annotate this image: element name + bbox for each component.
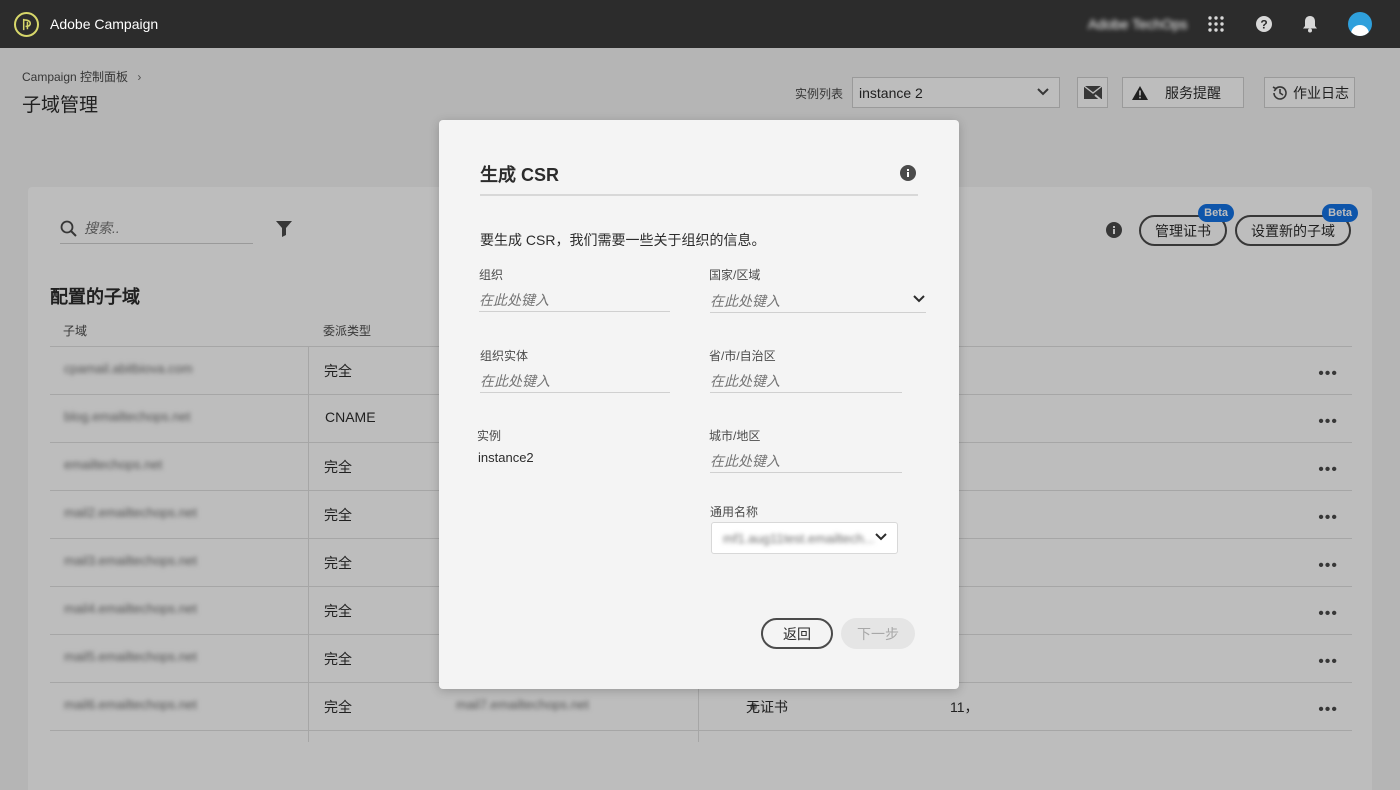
dialog-title: 生成 CSR [480,165,560,185]
organization-unit-field[interactable] [480,369,670,393]
help-icon[interactable]: ? [1254,14,1274,34]
info-icon[interactable] [900,165,916,181]
common-name-value: mf1.aug11test.emailtech... [723,531,875,546]
country-field[interactable] [710,289,926,313]
chevron-down-icon[interactable] [913,295,925,303]
instance-value: instance2 [478,450,534,465]
generate-csr-dialog: 生成 CSR 要生成 CSR，我们需要一些关于组织的信息。 组织 国家/区域 组… [439,120,959,689]
next-button[interactable]: 下一步 [841,618,915,649]
state-label: 省/市/自治区 [709,349,776,363]
instance-label: 实例 [477,429,502,443]
back-button[interactable]: 返回 [761,618,833,649]
top-bar: Adobe Campaign Adobe TechOps ? [0,0,1400,48]
common-name-label: 通用名称 [710,505,759,519]
title-divider [480,194,918,196]
app-title: Adobe Campaign [50,16,159,32]
avatar[interactable] [1348,12,1372,36]
svg-text:?: ? [1260,18,1267,32]
org-switcher[interactable]: Adobe TechOps [1088,16,1187,32]
common-name-select[interactable]: mf1.aug11test.emailtech... [711,522,898,554]
city-label: 城市/地区 [709,429,761,443]
organization-unit-label: 组织实体 [480,349,529,363]
country-label: 国家/区域 [709,268,761,282]
dialog-description: 要生成 CSR，我们需要一些关于组织的信息。 [480,232,766,248]
organization-label: 组织 [479,268,504,282]
organization-field[interactable] [479,288,670,312]
city-field[interactable] [710,449,902,473]
adobe-campaign-logo[interactable] [14,12,39,37]
chevron-down-icon [875,533,887,541]
state-field[interactable] [710,369,902,393]
bell-icon[interactable] [1300,14,1320,34]
apps-grid-icon[interactable] [1206,14,1226,34]
